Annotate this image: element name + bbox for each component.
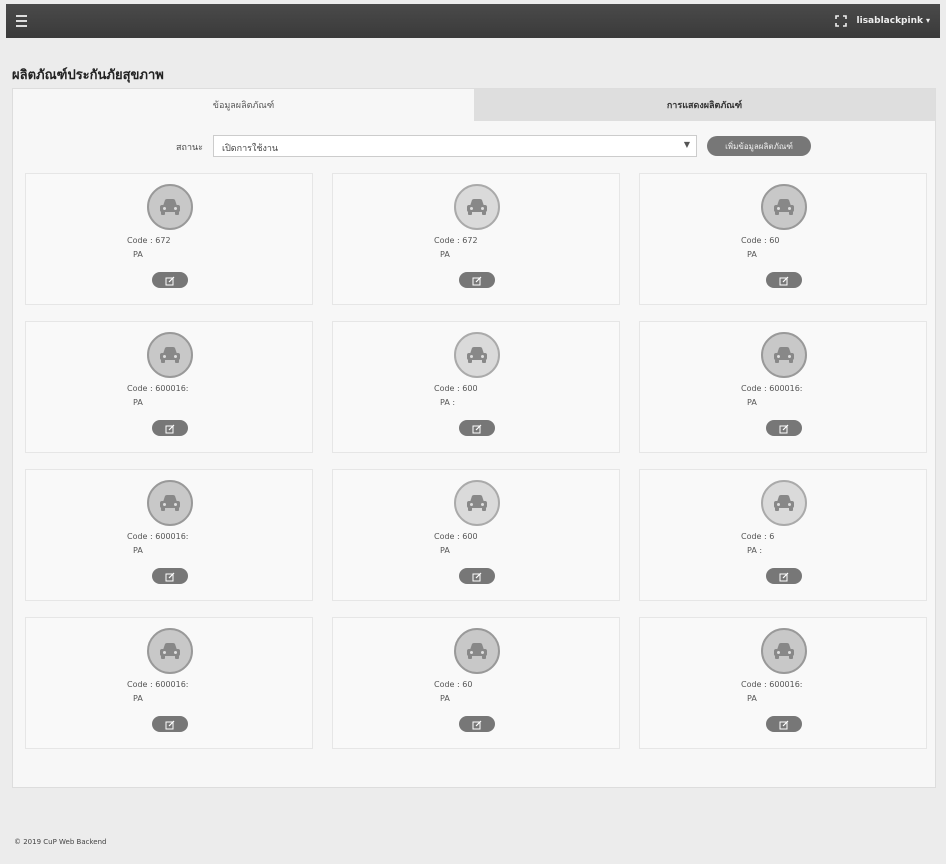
product-code: Code : 6 (741, 532, 775, 541)
car-icon (147, 332, 193, 378)
tab-product-display[interactable]: การแสดงผลิตภัณฑ์ (474, 89, 935, 121)
car-icon (454, 628, 500, 674)
product-pa: PA (747, 250, 757, 259)
main-panel: ข้อมูลผลิตภัณฑ์ การแสดงผลิตภัณฑ์ สถานะ เ… (12, 88, 936, 788)
edit-icon (165, 271, 175, 290)
product-pa: PA (133, 250, 143, 259)
product-code: Code : 600016: (127, 532, 189, 541)
product-card: Code : 60 PA (639, 173, 927, 305)
product-pa: PA : (747, 546, 763, 555)
page-title: ผลิตภัณฑ์ประกันภัยสุขภาพ (12, 68, 164, 83)
fullscreen-icon[interactable] (834, 15, 847, 27)
product-pa: PA (440, 546, 450, 555)
edit-button[interactable] (459, 420, 495, 436)
edit-icon (472, 271, 482, 290)
product-card: Code : 672 PA (25, 173, 313, 305)
product-card: Code : 672 PA (332, 173, 620, 305)
edit-icon (779, 419, 789, 438)
edit-button[interactable] (766, 568, 802, 584)
tab-product-info[interactable]: ข้อมูลผลิตภัณฑ์ (13, 89, 474, 121)
product-code: Code : 600016: (741, 384, 803, 393)
top-navbar: lisablackpink ▾ (6, 4, 940, 38)
product-pa: PA (133, 546, 143, 555)
product-code: Code : 600 (434, 384, 478, 393)
edit-icon (472, 567, 482, 586)
car-icon (761, 628, 807, 674)
product-card: Code : 600016: PA (25, 321, 313, 453)
edit-icon (165, 419, 175, 438)
edit-icon (779, 567, 789, 586)
product-pa: PA (440, 694, 450, 703)
edit-button[interactable] (152, 272, 188, 288)
product-pa: PA (440, 250, 450, 259)
product-code: Code : 60 (741, 236, 780, 245)
edit-button[interactable] (766, 272, 802, 288)
product-pa: PA : (440, 398, 456, 407)
filter-row: สถานะ เปิดการใช้งาน ▼ เพิ่มข้อมูลผลิตภัณ… (13, 135, 935, 159)
footer-copyright: © 2019 CuP Web Backend (14, 838, 107, 846)
car-icon (147, 184, 193, 230)
chevron-down-icon: ▾ (925, 16, 930, 25)
edit-button[interactable] (152, 568, 188, 584)
car-icon (147, 628, 193, 674)
car-icon (761, 332, 807, 378)
product-pa: PA (133, 694, 143, 703)
hamburger-menu-icon[interactable] (16, 15, 27, 27)
edit-icon (779, 271, 789, 290)
edit-icon (165, 715, 175, 734)
car-icon (454, 184, 500, 230)
edit-button[interactable] (459, 568, 495, 584)
product-code: Code : 600016: (741, 680, 803, 689)
product-card: Code : 600016: PA (639, 617, 927, 749)
product-card: Code : 6 PA : (639, 469, 927, 601)
dropdown-arrow-icon: ▼ (683, 140, 690, 149)
product-card: Code : 600016: PA (25, 617, 313, 749)
car-icon (454, 480, 500, 526)
product-card: Code : 60 PA (332, 617, 620, 749)
user-menu[interactable]: lisablackpink ▾ (857, 16, 930, 26)
edit-button[interactable] (459, 272, 495, 288)
edit-icon (472, 715, 482, 734)
product-card: Code : 600016: PA (25, 469, 313, 601)
product-card: Code : 600016: PA (639, 321, 927, 453)
product-card: Code : 600 PA : (332, 321, 620, 453)
tab-bar: ข้อมูลผลิตภัณฑ์ การแสดงผลิตภัณฑ์ (13, 89, 935, 121)
edit-icon (779, 715, 789, 734)
car-icon (454, 332, 500, 378)
status-label: สถานะ (176, 143, 203, 153)
car-icon (761, 184, 807, 230)
product-pa: PA (747, 694, 757, 703)
product-code: Code : 600016: (127, 384, 189, 393)
edit-button[interactable] (459, 716, 495, 732)
status-select[interactable]: เปิดการใช้งาน ▼ (213, 135, 697, 157)
edit-button[interactable] (766, 716, 802, 732)
edit-button[interactable] (152, 716, 188, 732)
product-card: Code : 600 PA (332, 469, 620, 601)
car-icon (761, 480, 807, 526)
product-code: Code : 600016: (127, 680, 189, 689)
product-code: Code : 672 (127, 236, 171, 245)
product-code: Code : 672 (434, 236, 478, 245)
topbar-right: lisablackpink ▾ (834, 15, 930, 27)
product-pa: PA (747, 398, 757, 407)
status-selected-value: เปิดการใช้งาน (222, 144, 279, 154)
product-code: Code : 60 (434, 680, 473, 689)
edit-icon (165, 567, 175, 586)
product-code: Code : 600 (434, 532, 478, 541)
add-product-button[interactable]: เพิ่มข้อมูลผลิตภัณฑ์ (707, 136, 811, 156)
edit-button[interactable] (766, 420, 802, 436)
car-icon (147, 480, 193, 526)
product-grid: Code : 672 PA Code : 672 PA Code : 60 PA Code … (25, 173, 927, 785)
product-pa: PA (133, 398, 143, 407)
edit-icon (472, 419, 482, 438)
username: lisablackpink (856, 16, 923, 26)
edit-button[interactable] (152, 420, 188, 436)
